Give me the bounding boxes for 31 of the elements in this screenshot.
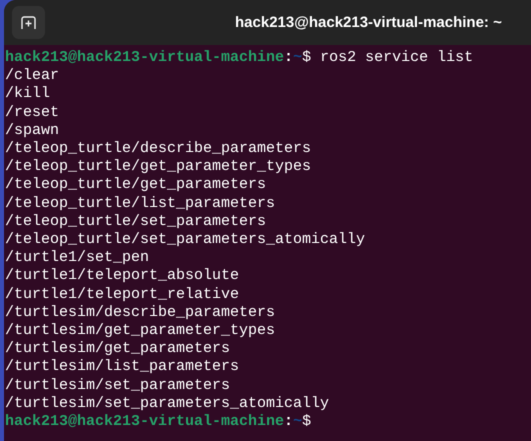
prompt-separator: :	[284, 413, 294, 432]
output-line: /turtle1/set_pen	[5, 249, 150, 268]
output-line: /teleop_turtle/list_parameters	[5, 194, 276, 213]
output-line: /turtlesim/list_parameters	[5, 358, 240, 377]
output-line: /teleop_turtle/set_parameters_atomically	[5, 231, 366, 250]
output-line: /turtlesim/set_parameters_atomically	[5, 394, 330, 414]
prompt-separator: :	[284, 49, 294, 68]
new-tab-button[interactable]	[12, 6, 45, 39]
command-text: ros2 service list	[320, 49, 474, 68]
output-line: /turtle1/teleport_absolute	[5, 267, 240, 286]
new-tab-icon	[21, 16, 36, 30]
output-line: /teleop_turtle/get_parameter_types	[5, 158, 312, 176]
output-line: /turtlesim/get_parameter_types	[5, 322, 276, 340]
output-line: /turtle1/teleport_relative	[5, 286, 240, 304]
prompt-symbol: $	[302, 413, 312, 432]
output-line: /teleop_turtle/get_parameters	[5, 176, 266, 195]
output-line: /kill	[5, 85, 50, 104]
output-line: /clear	[5, 67, 60, 86]
output-line: /teleop_turtle/set_parameters	[5, 212, 266, 232]
output-line: /turtlesim/get_parameters	[5, 340, 230, 358]
output-line: /turtlesim/set_parameters	[5, 376, 230, 395]
output-line: /spawn	[5, 122, 60, 140]
output-line: /reset	[5, 104, 60, 122]
window-title: hack213@hack213-virtual-machine: ~	[235, 14, 502, 31]
output-line: /teleop_turtle/describe_parameters	[5, 140, 312, 158]
prompt-user-host: hack213@hack213-virtual-machine	[5, 413, 284, 432]
prompt-user-host: hack213@hack213-virtual-machine	[5, 49, 284, 68]
prompt-symbol: $	[302, 49, 312, 68]
output-line: /turtlesim/describe_parameters	[5, 304, 276, 322]
prompt-path: ~	[293, 413, 302, 432]
prompt-path: ~	[293, 49, 302, 68]
